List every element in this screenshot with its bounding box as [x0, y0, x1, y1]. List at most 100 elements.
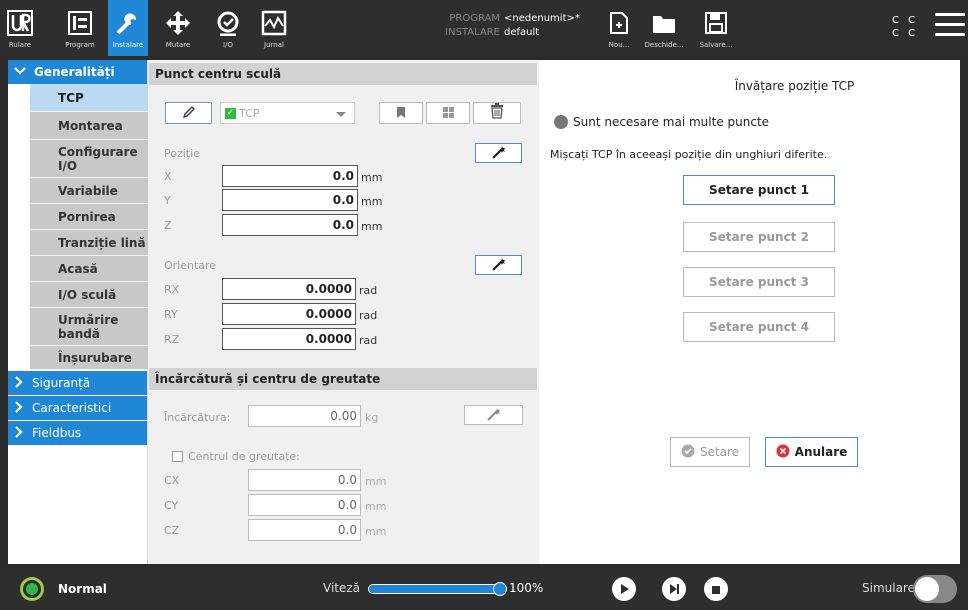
speed-slider-knob[interactable]	[493, 582, 507, 596]
new-file-label: Nou...	[608, 41, 630, 49]
chevron-right-icon	[14, 375, 24, 391]
cancel-button[interactable]: Anulare	[765, 437, 858, 467]
toggle-knob	[915, 577, 939, 601]
cog-label: Centrul de greutate:	[188, 450, 300, 463]
nav-install-label: Instalare	[112, 41, 144, 49]
sidebar-item-label: Înșurubare	[58, 350, 132, 365]
sidebar: Generalități TCP Montarea Configurare I/…	[8, 60, 148, 564]
teach-orientation-button[interactable]	[475, 255, 522, 275]
save-button[interactable]: Salvare...	[694, 0, 738, 56]
payload-input[interactable]: 0.00	[248, 405, 361, 427]
sidebar-item-smooth-transition[interactable]: Tranziție lină	[30, 230, 148, 256]
installation-key: INSTALARE	[445, 27, 500, 38]
nav-install[interactable]: Instalare	[108, 0, 148, 56]
program-info: PROGRAM <nedenumit>* INSTALARE default	[430, 12, 580, 40]
robot-status-icon[interactable]	[20, 577, 44, 601]
sidebar-item-label: Configurare I/O	[58, 144, 138, 173]
sidebar-item-screwdriving[interactable]: Înșurubare	[30, 346, 148, 370]
delete-tcp-button[interactable]	[473, 102, 521, 124]
x-input[interactable]: 0.0	[222, 165, 358, 187]
cz-label: CZ	[164, 524, 180, 537]
payload-panel-title: Încărcătură și centru de greutate	[149, 368, 537, 390]
nav-run-label: Rulare	[8, 41, 32, 49]
hamburger-menu-icon[interactable]	[935, 13, 965, 39]
cz-input[interactable]: 0.0	[248, 519, 361, 541]
chevron-right-icon	[14, 400, 24, 416]
nav-program-label: Program	[65, 41, 95, 49]
speed-slider[interactable]	[368, 582, 507, 596]
grid-add-icon	[442, 104, 455, 123]
cx-input[interactable]: 0.0	[248, 469, 361, 491]
nav-log-label: Jurnal	[264, 41, 284, 49]
sidebar-section-safety[interactable]: Siguranță	[8, 371, 147, 395]
step-forward-icon	[668, 580, 680, 599]
ry-input[interactable]: 0.0000	[222, 303, 356, 325]
tcp-select-dropdown[interactable]: ✓ TCP	[220, 102, 355, 124]
sidebar-item-mounting[interactable]: Montarea	[30, 112, 148, 140]
sidebar-item-startup[interactable]: Pornirea	[30, 204, 148, 230]
set-point-3-button[interactable]: Setare punct 3	[683, 267, 835, 297]
nav-log[interactable]: Jurnal	[252, 0, 296, 56]
sidebar-item-label: Tranziție lină	[58, 235, 146, 250]
rename-tcp-button[interactable]	[165, 102, 212, 124]
z-unit: mm	[361, 220, 383, 233]
bottom-bar: Normal Viteză 100% Simulare	[0, 568, 968, 610]
set-button[interactable]: Setare	[670, 437, 750, 467]
position-label: Poziție	[164, 147, 200, 160]
teach-instruction: Mișcați TCP în aceeași poziție din unghi…	[550, 148, 828, 161]
cz-unit: mm	[365, 525, 387, 538]
cy-input[interactable]: 0.0	[248, 494, 361, 516]
sidebar-section-fieldbus[interactable]: Fieldbus	[8, 421, 147, 445]
sidebar-item-io-setup[interactable]: Configurare I/O	[30, 140, 148, 178]
new-file-button[interactable]: Nou...	[604, 0, 634, 56]
stop-button[interactable]	[704, 577, 728, 601]
nav-program[interactable]: Program	[56, 0, 104, 56]
rz-label: RZ	[164, 333, 180, 346]
program-icon	[67, 8, 93, 38]
nav-move[interactable]: Mutare	[156, 0, 200, 56]
sidebar-item-conveyor-tracking[interactable]: Urmărire bandă	[30, 308, 148, 346]
teach-payload-button[interactable]	[464, 405, 523, 425]
cog-checkbox[interactable]	[172, 451, 183, 462]
content-area: Generalități TCP Montarea Configurare I/…	[8, 60, 960, 564]
sidebar-item-tool-io[interactable]: I/O sculă	[30, 282, 148, 308]
rx-input[interactable]: 0.0000	[222, 278, 356, 300]
sidebar-section-features[interactable]: Caracteristici	[8, 396, 147, 420]
teach-position-button[interactable]	[475, 143, 522, 163]
sidebar-item-label: Pornirea	[58, 209, 116, 224]
set-point-1-button[interactable]: Setare punct 1	[683, 175, 835, 205]
speed-label: Viteză	[323, 581, 361, 595]
add-tcp-button[interactable]	[426, 102, 470, 124]
step-button[interactable]	[662, 577, 686, 601]
open-folder-icon	[652, 8, 676, 38]
rx-unit: rad	[359, 284, 378, 297]
cancel-x-icon	[776, 444, 790, 461]
sidebar-item-tcp[interactable]: TCP	[30, 84, 148, 112]
y-input[interactable]: 0.0	[222, 189, 358, 211]
program-name: <nedenumit>*	[504, 13, 580, 24]
sidebar-item-home[interactable]: Acasă	[30, 256, 148, 282]
cx-label: CX	[164, 474, 180, 487]
ry-label: RY	[164, 308, 178, 321]
sidebar-section-label: Generalități	[34, 65, 115, 79]
z-input[interactable]: 0.0	[222, 214, 358, 236]
set-point-4-button[interactable]: Setare punct 4	[683, 312, 835, 342]
speed-slider-fill	[369, 585, 501, 593]
rx-label: RX	[164, 283, 180, 296]
rz-input[interactable]: 0.0000	[222, 328, 356, 350]
set-point-2-button[interactable]: Setare punct 2	[683, 222, 835, 252]
top-bar: Rulare Program Instalare Mutare I/O Jurn…	[0, 0, 968, 56]
bookmark-tcp-button[interactable]	[379, 102, 423, 124]
rz-unit: rad	[359, 334, 378, 347]
open-button[interactable]: Deschide...	[642, 0, 686, 56]
tcp-panel-title: Punct centru sculă	[149, 63, 537, 85]
nav-io[interactable]: I/O	[206, 0, 250, 56]
teach-panel-title: Învățare poziție TCP	[734, 79, 855, 93]
simulation-toggle[interactable]	[913, 575, 957, 603]
sidebar-item-variables[interactable]: Variabile	[30, 178, 148, 204]
play-button[interactable]	[612, 577, 636, 601]
nav-run[interactable]: Rulare	[0, 0, 40, 56]
magic-wand-icon	[486, 406, 502, 425]
pencil-icon	[182, 104, 196, 123]
sidebar-section-general[interactable]: Generalități	[8, 60, 147, 84]
